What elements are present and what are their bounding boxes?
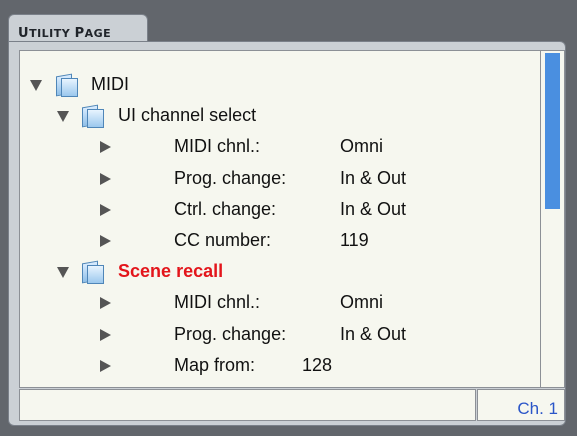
- folder-icon: [80, 260, 105, 285]
- folder-icon: [80, 104, 105, 129]
- item-value: In & Out: [340, 324, 407, 344]
- collapsed-arrow-icon: [100, 297, 111, 310]
- tree-node-label: MIDI: [91, 74, 130, 94]
- item-value: Omni: [340, 136, 384, 156]
- tree-item-map-from[interactable]: Map from: 128: [20, 350, 520, 380]
- tree-item-prog-change[interactable]: Prog. change: In & Out: [20, 319, 520, 349]
- tab-title: UTILITY PAGE: [18, 26, 112, 41]
- channel-indicator: Ch. 1: [477, 389, 565, 421]
- tree-item-midi-chnl[interactable]: MIDI chnl.: Omni: [20, 287, 520, 317]
- collapsed-arrow-icon: [100, 329, 111, 342]
- expand-arrow-icon[interactable]: [30, 79, 42, 91]
- item-label: Map from:: [174, 355, 256, 375]
- item-value: In & Out: [340, 168, 407, 188]
- item-label: MIDI chnl.:: [174, 136, 261, 156]
- tree-item-midi-chnl[interactable]: MIDI chnl.: Omni: [20, 131, 520, 161]
- item-label: Ctrl. change:: [174, 199, 277, 219]
- tab-utility-page[interactable]: UTILITY PAGE: [8, 14, 148, 42]
- tree-node-scene-recall[interactable]: Scene recall: [57, 256, 223, 286]
- tree-item-ctrl-change[interactable]: Ctrl. change: In & Out: [20, 194, 520, 224]
- expand-arrow-icon[interactable]: [57, 110, 69, 122]
- collapsed-arrow-icon: [100, 141, 111, 154]
- item-label: MIDI chnl.:: [174, 292, 261, 312]
- tree-item-prog-change[interactable]: Prog. change: In & Out: [20, 163, 520, 193]
- collapsed-arrow-icon: [100, 204, 111, 217]
- item-value: 119: [340, 230, 369, 250]
- tree-node-label: UI channel select: [118, 105, 257, 125]
- expand-arrow-icon[interactable]: [57, 266, 69, 278]
- item-value: 128: [302, 355, 333, 375]
- tree-node-ui-channel-select[interactable]: UI channel select: [57, 100, 256, 130]
- collapsed-arrow-icon: [100, 235, 111, 248]
- tree-node-midi[interactable]: MIDI: [30, 69, 129, 99]
- scrollbar-thumb[interactable]: [545, 53, 560, 209]
- utility-panel: MIDI UI channel select MIDI chnl.: Omni …: [8, 41, 566, 426]
- vertical-scrollbar[interactable]: [541, 50, 565, 388]
- item-value: In & Out: [340, 199, 407, 219]
- tree-view: MIDI UI channel select MIDI chnl.: Omni …: [19, 50, 541, 388]
- tree-item-cc-number[interactable]: CC number: 119: [20, 225, 520, 255]
- item-value: Omni: [340, 292, 384, 312]
- collapsed-arrow-icon: [100, 360, 111, 373]
- item-label: Prog. change:: [174, 324, 287, 344]
- item-label: CC number:: [174, 230, 272, 250]
- status-bar: [19, 389, 476, 421]
- collapsed-arrow-icon: [100, 173, 111, 186]
- folder-icon: [54, 73, 79, 98]
- tree-node-label-highlighted: Scene recall: [118, 261, 224, 281]
- item-label: Prog. change:: [174, 168, 287, 188]
